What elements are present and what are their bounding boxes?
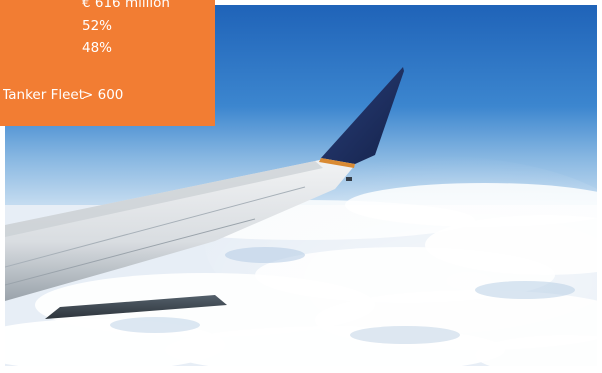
- revenue-value: € 616 million: [82, 0, 170, 11]
- fleet-value: > 600: [82, 87, 124, 103]
- share-b-value: 48%: [82, 40, 113, 56]
- fleet-label: Tanker Fleet: [3, 87, 84, 103]
- share-a-value: 52%: [82, 18, 113, 34]
- fleet-info-box: € 616 million 52% 48% Tanker Fleet > 600: [0, 0, 215, 126]
- page-frame: € 616 million 52% 48% Tanker Fleet > 600: [0, 0, 602, 373]
- wing-light: [346, 177, 352, 181]
